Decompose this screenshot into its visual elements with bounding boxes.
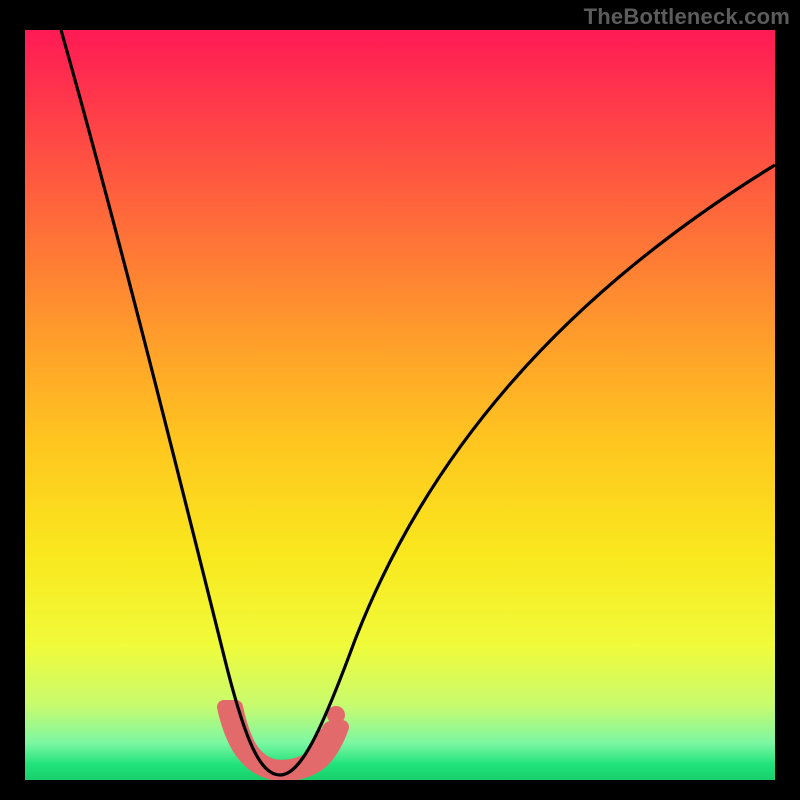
chart-svg [25,30,775,780]
curve-line [61,30,775,775]
highlight-dot [223,718,241,736]
highlight-dot [274,761,292,779]
highlight-dot [312,739,330,757]
watermark-text: TheBottleneck.com [584,4,790,30]
chart-plot-area [25,30,775,780]
